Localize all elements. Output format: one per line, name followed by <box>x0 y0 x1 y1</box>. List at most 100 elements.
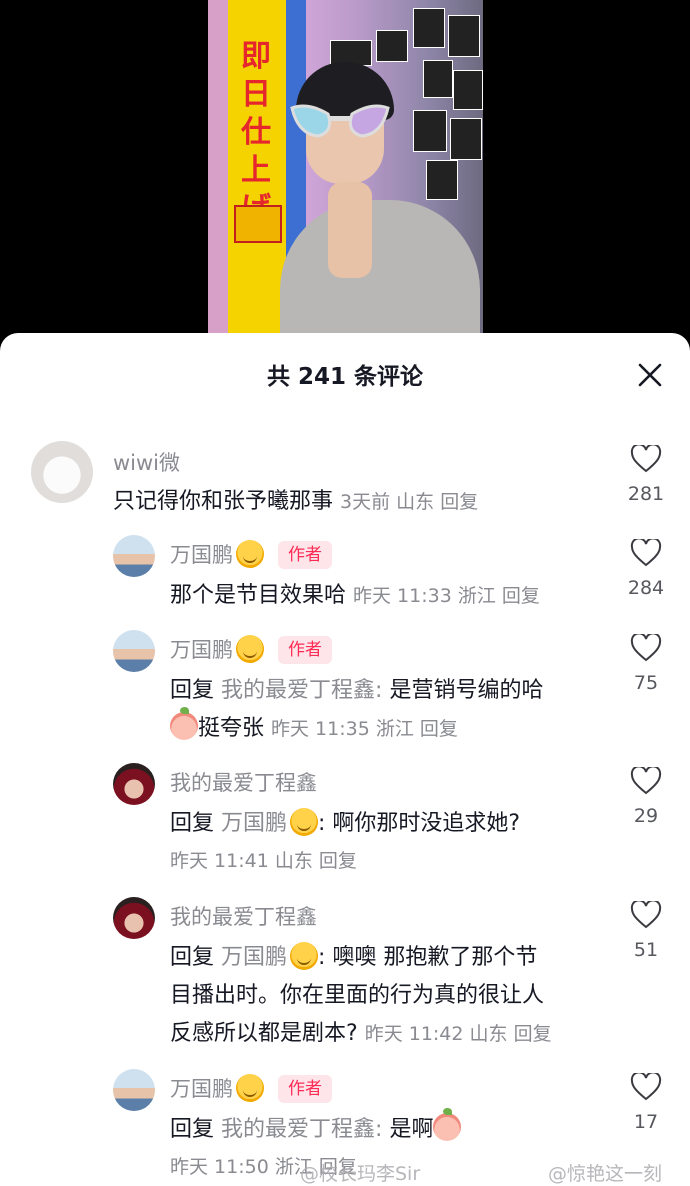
wall-poster <box>453 70 483 110</box>
person-shirt <box>280 200 480 345</box>
comment-location: 浙江 <box>457 585 496 607</box>
reply-button[interactable]: 回复 <box>502 585 540 607</box>
watermark-right: @惊艳这一刻 <box>548 1163 663 1185</box>
like-count: 29 <box>633 805 659 827</box>
comment-sheet: 共 241 条评论 wiwi微 只记得你和张予曦那事 3天前 山东 回复 281… <box>0 333 690 1186</box>
reply-prefix: 回复 <box>170 945 215 970</box>
comment-meta: 昨天 11:42 山东 回复 <box>365 1023 552 1045</box>
comment-text: 那个是节目效果哈 <box>170 583 347 608</box>
like-count: 281 <box>627 483 665 505</box>
video-preview[interactable]: 即日仕上げ <box>208 0 483 345</box>
heart-icon <box>630 767 662 795</box>
comment-meta: 昨天 11:41 山东 回复 <box>170 846 357 873</box>
like-button[interactable]: 284 <box>624 539 668 599</box>
like-count: 75 <box>633 672 659 694</box>
reply-prefix: 回复 <box>170 678 215 703</box>
peach-emoji-icon <box>433 1108 462 1141</box>
like-count: 51 <box>633 939 659 961</box>
heart-icon <box>630 901 662 929</box>
avatar[interactable] <box>113 1069 155 1111</box>
comment-time: 昨天 11:50 <box>170 1156 269 1178</box>
watermark-left: @校长玛李Sir <box>300 1163 421 1185</box>
wall-poster <box>450 118 482 160</box>
comment-text: 是营销号编的哈 <box>389 678 544 703</box>
reply-button[interactable]: 回复 <box>420 718 458 740</box>
smile-emoji-icon <box>236 540 264 568</box>
film-box <box>234 205 282 243</box>
like-button[interactable]: 17 <box>624 1073 668 1133</box>
comment-meta: 3天前 山东 回复 <box>340 491 478 513</box>
comment-body-line3: 反感所以都是剧本? 昨天 11:42 山东 回复 <box>170 1015 552 1047</box>
like-button[interactable]: 281 <box>624 445 668 505</box>
author-badge: 作者 <box>278 541 332 569</box>
reply-button[interactable]: 回复 <box>514 1023 552 1045</box>
avatar[interactable] <box>113 897 155 939</box>
heart-icon <box>630 634 662 662</box>
wall-poster <box>448 15 480 57</box>
smile-emoji-icon <box>290 808 319 836</box>
shop-banner: 即日仕上げ <box>228 0 286 345</box>
like-button[interactable]: 51 <box>624 901 668 961</box>
wall-poster <box>413 8 445 48</box>
like-count: 284 <box>627 577 665 599</box>
comment-meta: 昨天 11:35 浙江 回复 <box>271 718 458 740</box>
comment-count-title: 共 241 条评论 <box>266 364 424 390</box>
comment-text: 只记得你和张予曦那事 <box>113 489 334 514</box>
reply-button[interactable]: 回复 <box>319 850 357 872</box>
comment-username[interactable]: 万国鹏 <box>170 543 233 567</box>
comment-body: 回复 我的最爱丁程鑫: 是营销号编的哈 <box>170 672 543 704</box>
reply-target-user[interactable]: 万国鹏 <box>221 811 287 836</box>
avatar[interactable] <box>113 630 155 672</box>
reply-target-user[interactable]: 万国鹏 <box>221 945 287 970</box>
comment-username[interactable]: 我的最爱丁程鑫 <box>170 901 317 931</box>
reply-target-user[interactable]: 我的最爱丁程鑫: <box>221 1117 382 1142</box>
comment-text-cont: 反感所以都是剧本? <box>170 1021 358 1046</box>
comment-location: 山东 <box>469 1023 508 1045</box>
comment-location: 山东 <box>274 850 313 872</box>
comment-text-cont: 挺夸张 <box>198 716 265 741</box>
reply-button[interactable]: 回复 <box>440 491 478 513</box>
novelty-glasses <box>290 104 390 138</box>
comment-username[interactable]: 我的最爱丁程鑫 <box>170 767 317 797</box>
comment-username-row: 万国鹏 作者 <box>170 1073 332 1103</box>
comment-location: 浙江 <box>375 718 414 740</box>
avatar[interactable] <box>31 441 93 503</box>
banner-text: 即日仕上げ <box>241 39 271 226</box>
comment-meta: 昨天 11:33 浙江 回复 <box>353 585 540 607</box>
comment-body: 回复 万国鹏 : 噢噢 那抱歉了那个节 <box>170 939 537 971</box>
reply-target-user[interactable]: 我的最爱丁程鑫: <box>221 678 382 703</box>
heart-icon <box>630 539 662 567</box>
comment-body: 那个是节目效果哈 昨天 11:33 浙江 回复 <box>170 577 540 609</box>
wall-poster <box>426 160 458 200</box>
avatar[interactable] <box>113 535 155 577</box>
comment-body: 回复 万国鹏: 啊你那时没追求她? <box>170 805 520 837</box>
avatar[interactable] <box>113 763 155 805</box>
like-button[interactable]: 75 <box>624 634 668 694</box>
heart-icon <box>630 445 662 473</box>
comment-username[interactable]: 万国鹏 <box>170 1077 233 1101</box>
author-badge: 作者 <box>278 1075 332 1103</box>
comment-text: : 噢噢 那抱歉了那个节 <box>318 945 538 970</box>
wall-poster <box>376 30 408 62</box>
author-badge: 作者 <box>278 636 332 664</box>
reply-prefix: 回复 <box>170 811 215 836</box>
comment-time: 昨天 11:35 <box>271 718 370 740</box>
smile-emoji-icon <box>290 942 319 970</box>
comment-time: 昨天 11:42 <box>364 1023 464 1045</box>
comment-time: 3天前 <box>340 491 391 513</box>
wall-poster <box>423 60 453 98</box>
comment-text-cont: 目播出时。你在里面的行为真的很让人 <box>170 983 545 1008</box>
comment-username[interactable]: wiwi微 <box>113 447 180 477</box>
comment-username-row: 万国鹏 作者 <box>170 539 332 569</box>
comment-time: 昨天 11:41 <box>170 850 269 872</box>
heart-icon <box>630 1073 662 1101</box>
comment-username[interactable]: 万国鹏 <box>170 638 233 662</box>
like-button[interactable]: 29 <box>624 767 668 827</box>
smile-emoji-icon <box>236 1074 264 1102</box>
like-count: 17 <box>633 1111 659 1133</box>
comment-body: 回复 我的最爱丁程鑫: 是啊 <box>170 1108 462 1143</box>
comment-body-line2: 挺夸张 昨天 11:35 浙江 回复 <box>170 707 458 742</box>
close-icon[interactable] <box>634 359 666 391</box>
comment-text: 是啊 <box>389 1117 434 1142</box>
peace-sign-hand <box>328 182 372 278</box>
